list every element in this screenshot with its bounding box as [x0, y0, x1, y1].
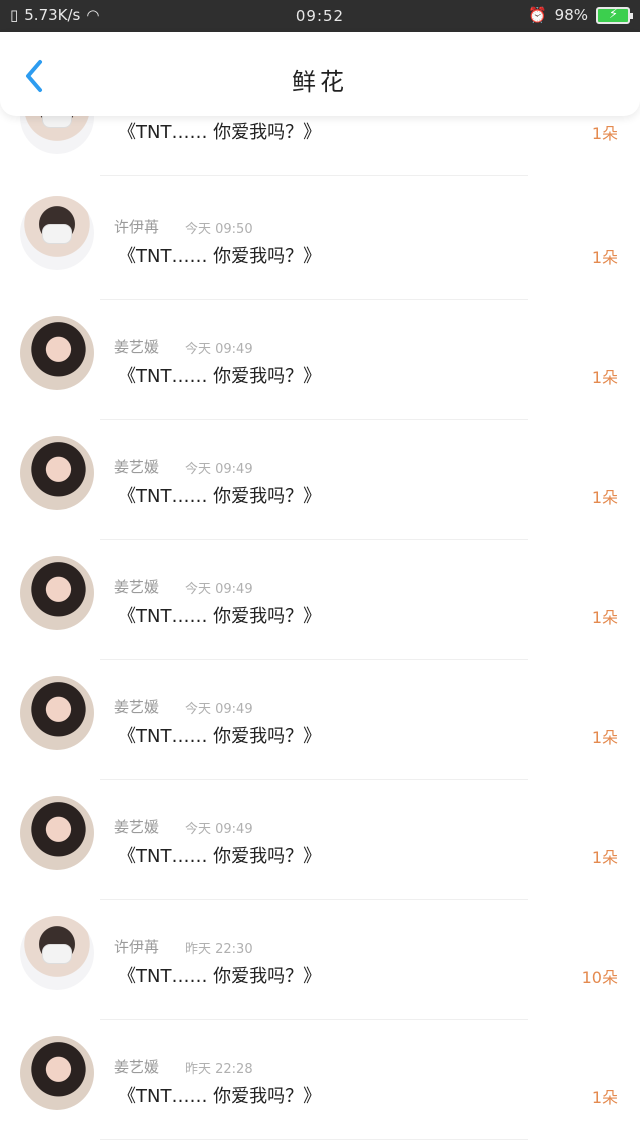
sender-name: 姜艺媛: [114, 338, 160, 356]
sender-name: 姜艺媛: [114, 1058, 160, 1076]
status-bar: ▯ 5.73K/s ◠ 09:52 ⏰ 98% ⚡: [0, 0, 640, 32]
flower-count: 1朵: [591, 488, 618, 507]
status-right: ⏰ 98% ⚡: [527, 6, 633, 24]
message-text: 《TNT…… 你爱我吗？》: [118, 246, 322, 267]
message-text: 《TNT…… 你爱我吗？》: [118, 366, 322, 387]
sender-name: 许伊苒: [114, 218, 160, 236]
list-item[interactable]: 许伊苒 昨天 22:30 《TNT…… 你爱我吗？》 10朵: [0, 900, 640, 1020]
list-item[interactable]: 姜艺媛 今天 09:49 《TNT…… 你爱我吗？》 1朵: [0, 540, 640, 660]
list-item[interactable]: 姜艺媛 今天 09:49 《TNT…… 你爱我吗？》 1朵: [0, 420, 640, 540]
timestamp: 今天 09:49: [185, 702, 253, 717]
timestamp: 今天 09:49: [185, 462, 253, 477]
avatar[interactable]: [20, 196, 94, 270]
flower-count: 1朵: [591, 608, 618, 627]
flower-count: 1朵: [591, 124, 618, 143]
message-text: 《TNT…… 你爱我吗？》: [118, 966, 322, 987]
alarm-icon: ⏰: [527, 6, 547, 24]
divider: [100, 175, 528, 176]
message-text: 《TNT…… 你爱我吗？》: [118, 122, 322, 143]
avatar[interactable]: [20, 316, 94, 390]
list-item[interactable]: 姜艺媛 今天 09:49 《TNT…… 你爱我吗？》 1朵: [0, 300, 640, 420]
avatar[interactable]: [20, 436, 94, 510]
flower-count: 10朵: [581, 968, 618, 987]
avatar[interactable]: [20, 676, 94, 750]
avatar[interactable]: [20, 796, 94, 870]
timestamp: 今天 09:50: [185, 222, 253, 237]
avatar[interactable]: [20, 1036, 94, 1110]
page-title: 鲜花: [292, 68, 348, 96]
message-text: 《TNT…… 你爱我吗？》: [118, 606, 322, 627]
sender-name: 姜艺媛: [114, 698, 160, 716]
sender-name: 姜艺媛: [114, 578, 160, 596]
timestamp: 今天 09:49: [185, 582, 253, 597]
face-mask-decoration: [42, 224, 72, 244]
list-item[interactable]: 姜艺媛 今天 09:49 《TNT…… 你爱我吗？》 1朵: [0, 660, 640, 780]
message-text: 《TNT…… 你爱我吗？》: [118, 726, 322, 747]
timestamp: 今天 09:49: [185, 822, 253, 837]
list-item[interactable]: 姜艺媛 昨天 22:28 《TNT…… 你爱我吗？》 1朵: [0, 1020, 640, 1140]
message-text: 《TNT…… 你爱我吗？》: [118, 486, 322, 507]
flower-count: 1朵: [591, 848, 618, 867]
timestamp: 今天 09:49: [185, 342, 253, 357]
face-mask-decoration: [42, 944, 72, 964]
avatar[interactable]: [20, 916, 94, 990]
list-item[interactable]: 姜艺媛 今天 09:49 《TNT…… 你爱我吗？》 1朵: [0, 780, 640, 900]
navigation-bar: 鲜花: [0, 32, 640, 116]
flower-count: 1朵: [591, 368, 618, 387]
sender-name: 许伊苒: [114, 938, 160, 956]
sender-name: 姜艺媛: [114, 818, 160, 836]
flower-count: 1朵: [591, 1088, 618, 1107]
sender-name: 姜艺媛: [114, 458, 160, 476]
message-text: 《TNT…… 你爱我吗？》: [118, 846, 322, 867]
timestamp: 昨天 22:28: [185, 1062, 253, 1077]
list-item[interactable]: 许伊苒 今天 09:50 《TNT…… 你爱我吗？》 1朵: [0, 180, 640, 300]
timestamp: 昨天 22:30: [185, 942, 253, 957]
flower-count: 1朵: [591, 248, 618, 267]
avatar[interactable]: [20, 556, 94, 630]
message-text: 《TNT…… 你爱我吗？》: [118, 1086, 322, 1107]
flower-count: 1朵: [591, 728, 618, 747]
battery-percent: 98%: [554, 6, 588, 24]
battery-icon: ⚡: [596, 6, 633, 24]
